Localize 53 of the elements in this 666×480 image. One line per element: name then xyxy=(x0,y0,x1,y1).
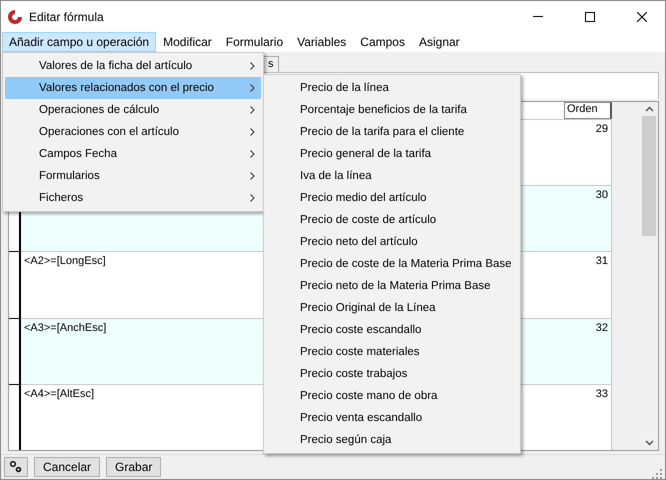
order-number: 33 xyxy=(596,388,608,400)
row-header[interactable] xyxy=(9,251,21,318)
menu-option[interactable]: Operaciones de cálculo xyxy=(5,99,261,121)
order-number: 29 xyxy=(596,123,608,135)
menu-option[interactable]: Campos Fecha xyxy=(5,143,261,165)
menu-option[interactable]: Precio medio del artículo xyxy=(266,187,518,209)
menu-option[interactable]: Precio coste mano de obra xyxy=(266,385,518,407)
menu-option[interactable]: Precio coste escandallo xyxy=(266,319,518,341)
menu-item[interactable]: Modificar xyxy=(156,32,219,52)
menu-item[interactable]: Variables xyxy=(290,32,354,52)
menu-option[interactable]: Precio general de la tarifa xyxy=(266,143,518,165)
formula-text: <A2>=[LongEsc] xyxy=(24,255,106,268)
menu-option[interactable]: Ficheros xyxy=(5,187,261,209)
close-icon xyxy=(637,12,647,22)
menu-item[interactable]: Añadir campo u operación xyxy=(2,32,156,52)
maximize-icon xyxy=(585,12,595,22)
menu-option[interactable]: Precio coste trabajos xyxy=(266,363,518,385)
column-header[interactable]: Orden xyxy=(564,102,612,119)
menu-option[interactable]: Precio de la línea xyxy=(266,77,518,99)
menu-option[interactable]: Valores relacionados con el precio xyxy=(5,77,261,99)
order-number: 32 xyxy=(596,322,608,334)
action-button[interactable]: Cancelar xyxy=(34,457,100,477)
formula-text: <A4>=[AltEsc] xyxy=(24,388,94,400)
menu-option[interactable]: Precio según caja xyxy=(266,429,518,451)
order-number: 30 xyxy=(596,189,608,202)
menu-option[interactable]: Precio neto del artículo xyxy=(266,231,518,253)
action-button[interactable]: Grabar xyxy=(106,457,162,477)
app-logo-icon xyxy=(7,8,23,24)
formula-text: <A3>=[AnchEsc] xyxy=(24,322,106,334)
menu-option[interactable]: Valores de la ficha del artículo xyxy=(5,55,261,77)
menu-option[interactable]: Precio neto de la Materia Prima Base xyxy=(266,275,518,297)
order-number: 31 xyxy=(596,255,608,268)
menu-option[interactable]: Operaciones con el artículo xyxy=(5,121,261,143)
menu-option[interactable]: Precio coste materiales xyxy=(266,341,518,363)
resize-grip-icon xyxy=(652,469,662,479)
settings-button[interactable] xyxy=(4,457,28,477)
row-header[interactable] xyxy=(9,384,21,450)
menu-option[interactable]: Precio Original de la Línea xyxy=(266,297,518,319)
menu-option[interactable]: Iva de la línea xyxy=(266,165,518,187)
menu-item[interactable]: Campos xyxy=(353,32,412,52)
menu-item[interactable]: Formulario xyxy=(218,32,290,52)
window-title: Editar fórmula xyxy=(29,10,105,24)
menu-option[interactable]: Precio venta escandallo xyxy=(266,407,518,429)
tab[interactable]: s xyxy=(263,56,278,72)
menu-option[interactable]: Precio de coste de artículo xyxy=(266,209,518,231)
menu-option[interactable]: Precio de la tarifa para el cliente xyxy=(266,121,518,143)
gears-icon xyxy=(9,460,23,474)
scrollbar[interactable] xyxy=(640,102,658,450)
minimize-icon xyxy=(533,16,543,17)
menu-option[interactable]: Formularios xyxy=(5,165,261,187)
menu-item[interactable]: Asignar xyxy=(412,32,467,52)
menu-option[interactable]: Precio de coste de la Materia Prima Base xyxy=(266,253,518,275)
menu-option[interactable]: Porcentaje beneficios de la tarifa xyxy=(266,99,518,121)
